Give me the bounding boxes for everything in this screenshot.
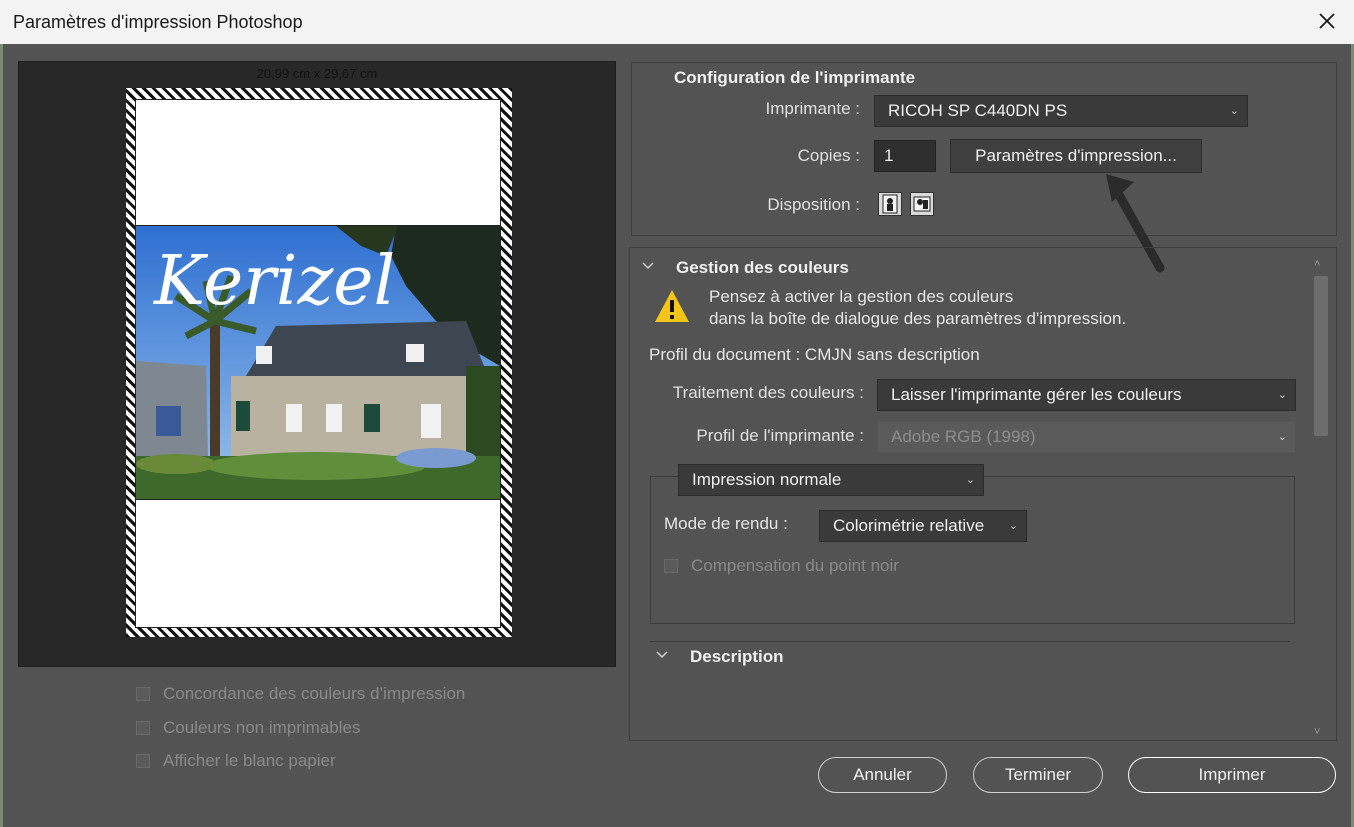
print-color-match-option[interactable]: Concordance des couleurs d’impression bbox=[136, 684, 465, 704]
paper-sheet: Kerizel bbox=[126, 88, 512, 637]
scrollbar-thumb[interactable] bbox=[1314, 276, 1328, 436]
gamut-warning-label: Couleurs non imprimables bbox=[163, 718, 361, 737]
black-point-option: Compensation du point noir bbox=[664, 556, 899, 576]
portrait-layout-icon[interactable] bbox=[878, 192, 902, 216]
logo-text: Kerizel bbox=[152, 242, 395, 321]
gamut-warning-checkbox[interactable] bbox=[136, 721, 150, 735]
printer-label: Imprimante : bbox=[765, 99, 860, 118]
render-mode-value: Colorimétrie relative bbox=[833, 516, 985, 535]
window-edge-left bbox=[0, 44, 3, 827]
done-button[interactable]: Terminer bbox=[973, 757, 1103, 793]
color-handling-value: Laisser l'imprimante gérer les couleurs bbox=[891, 385, 1182, 404]
chevron-down-icon: ⌄ bbox=[1229, 105, 1239, 117]
chevron-down-icon: ⌄ bbox=[1277, 431, 1287, 443]
print-mode-value: Impression normale bbox=[692, 470, 842, 489]
show-paper-white-option[interactable]: Afficher le blanc papier bbox=[136, 751, 336, 771]
print-button[interactable]: Imprimer bbox=[1128, 757, 1336, 793]
page-size-label: 20,99 cm x 29,67 cm bbox=[256, 66, 378, 81]
print-color-match-label: Concordance des couleurs d’impression bbox=[163, 684, 466, 703]
collapse-chevron-icon[interactable] bbox=[654, 649, 670, 661]
print-mode-group bbox=[650, 476, 1295, 624]
color-management-section: Gestion des couleurs Pensez à activer la… bbox=[629, 247, 1337, 741]
chevron-down-icon: ⌄ bbox=[1277, 389, 1287, 401]
copies-input[interactable]: 1 bbox=[874, 140, 936, 172]
printer-config-section: Configuration de l'imprimante Imprimante… bbox=[631, 62, 1337, 273]
color-handling-label: Traitement des couleurs : bbox=[672, 383, 864, 402]
printer-profile-label: Profil de l'imprimante : bbox=[696, 426, 864, 445]
chevron-down-icon: ⌄ bbox=[1008, 520, 1018, 532]
gamut-warning-option[interactable]: Couleurs non imprimables bbox=[136, 718, 360, 738]
show-paper-white-label: Afficher le blanc papier bbox=[163, 751, 336, 770]
print-mode-select[interactable]: Impression normale ⌄ bbox=[678, 464, 984, 496]
warning-text-line2: dans la boîte de dialogue des paramètres… bbox=[709, 309, 1127, 328]
copies-label: Copies : bbox=[797, 146, 860, 165]
window-title: Paramètres d'impression Photoshop bbox=[13, 12, 303, 32]
scroll-down-icon[interactable]: ˅ bbox=[1314, 726, 1320, 738]
scroll-up-icon[interactable]: ˄ bbox=[1314, 258, 1320, 270]
title-bar: Paramètres d'impression Photoshop bbox=[0, 0, 1354, 44]
scrollbar[interactable]: ˄ ˅ bbox=[1312, 258, 1328, 738]
render-mode-label: Mode de rendu : bbox=[664, 514, 788, 533]
printer-profile-select: Adobe RGB (1998) ⌄ bbox=[877, 421, 1296, 453]
render-mode-select[interactable]: Colorimétrie relative ⌄ bbox=[819, 510, 1027, 542]
printable-area: Kerizel bbox=[135, 99, 501, 628]
show-paper-white-checkbox[interactable] bbox=[136, 754, 150, 768]
printer-profile-value: Adobe RGB (1998) bbox=[891, 427, 1036, 446]
cancel-button[interactable]: Annuler bbox=[818, 757, 947, 793]
warning-text-line1: Pensez à activer la gestion des couleurs bbox=[709, 287, 1014, 306]
section-divider bbox=[650, 641, 1290, 642]
black-point-label: Compensation du point noir bbox=[691, 556, 899, 575]
printer-config-title: Configuration de l'imprimante bbox=[674, 68, 916, 87]
close-icon[interactable] bbox=[1314, 8, 1340, 34]
description-title: Description bbox=[690, 647, 784, 666]
landscape-layout-icon[interactable] bbox=[910, 192, 934, 216]
collapse-chevron-icon[interactable] bbox=[640, 260, 656, 272]
print-preview: 20,99 cm x 29,67 cm Kerizel bbox=[18, 61, 616, 667]
chevron-down-icon: ⌄ bbox=[965, 474, 975, 486]
black-point-checkbox bbox=[664, 559, 678, 573]
printer-select[interactable]: RICOH SP C440DN PS ⌄ bbox=[874, 95, 1248, 127]
preview-image: Kerizel bbox=[136, 225, 500, 500]
document-profile: Profil du document : CMJN sans descripti… bbox=[649, 345, 980, 364]
print-color-match-checkbox[interactable] bbox=[136, 687, 150, 701]
color-handling-select[interactable]: Laisser l'imprimante gérer les couleurs … bbox=[877, 379, 1296, 411]
color-management-title: Gestion des couleurs bbox=[676, 258, 849, 277]
warning-icon bbox=[655, 290, 689, 322]
printer-select-value: RICOH SP C440DN PS bbox=[888, 101, 1068, 120]
house-photo: Kerizel bbox=[136, 226, 500, 499]
layout-label: Disposition : bbox=[767, 195, 860, 214]
